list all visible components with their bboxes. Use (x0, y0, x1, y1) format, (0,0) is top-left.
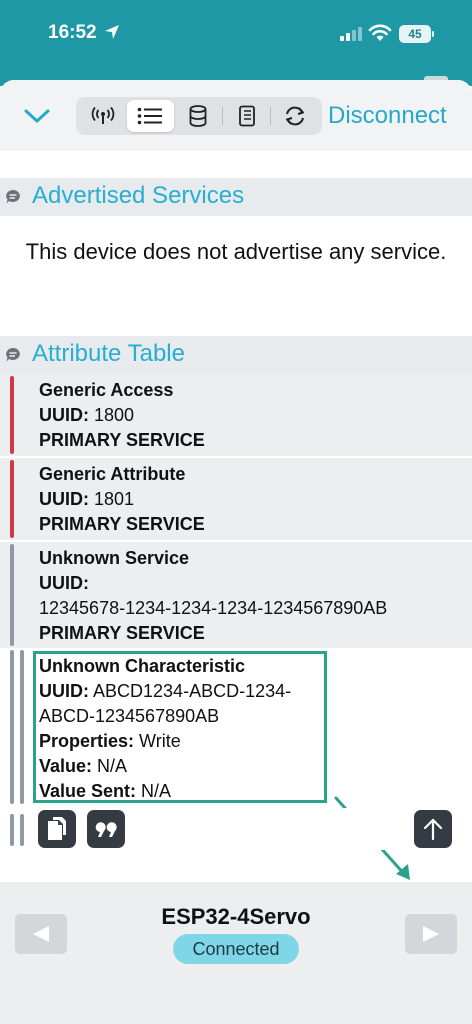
service-row[interactable]: Generic Access UUID: 1800 PRIMARY SERVIC… (0, 374, 472, 456)
service-name: Unknown Service (39, 548, 190, 568)
characteristic-value-sent: Value Sent: N/A (39, 779, 171, 804)
arrow-up-icon (423, 818, 443, 841)
refresh-icon (286, 106, 305, 126)
view-segmented-control (76, 97, 322, 135)
uuid-value: 1800 (94, 405, 135, 425)
next-device-button[interactable] (405, 914, 457, 954)
value-sent-label: Value Sent: (39, 781, 137, 801)
list-icon (138, 107, 163, 125)
triangle-right-icon (423, 926, 439, 942)
location-arrow-icon (105, 25, 119, 39)
comment-bubble-icon (6, 348, 20, 362)
antenna-icon (91, 106, 115, 124)
characteristic-bar (20, 814, 24, 846)
service-row[interactable]: Unknown Service UUID: 12345678-1234-1234… (0, 542, 472, 648)
service-kind: PRIMARY SERVICE (39, 623, 205, 643)
write-value-button[interactable] (414, 810, 452, 848)
wifi-icon (368, 24, 392, 41)
service-kind: PRIMARY SERVICE (39, 514, 205, 534)
service-name: Generic Attribute (39, 464, 186, 484)
tab-refresh[interactable] (271, 100, 319, 132)
uuid-value: 1801 (94, 489, 135, 509)
comment-bubble-icon (6, 190, 20, 204)
copy-icon (48, 817, 66, 840)
battery-nub (432, 31, 434, 37)
service-bar (10, 460, 14, 538)
attribute-table-header: Attribute Table (0, 336, 472, 374)
characteristic-name: Unknown Characteristic (39, 656, 246, 676)
device-sheet: Disconnect Advertised Services This devi… (0, 80, 472, 1024)
tab-advertising[interactable] (79, 100, 127, 132)
value-sent-value: N/A (141, 781, 172, 801)
characteristic-bar (20, 650, 24, 804)
connection-status-badge: Connected (173, 934, 299, 964)
characteristic-value: Value: N/A (39, 754, 127, 779)
collapse-button[interactable] (20, 100, 54, 132)
uuid-value-line2: ABCD-1234567890AB (39, 706, 220, 726)
advertised-services-header: Advertised Services (0, 178, 472, 216)
tab-log[interactable] (223, 100, 271, 132)
uuid-label: UUID: (39, 573, 89, 593)
status-time: 16:52 (48, 22, 97, 43)
value-label: Value: (39, 756, 93, 776)
quote-button[interactable] (87, 810, 125, 848)
service-uuid: UUID: 1801 (39, 487, 134, 512)
spacer-row (0, 150, 472, 178)
status-bar: 16:52 45 (0, 0, 472, 86)
uuid-label: UUID: (39, 405, 89, 425)
section-title: Attribute Table (32, 340, 185, 367)
characteristic-properties: Properties: Write (39, 729, 181, 754)
quote-icon (95, 822, 117, 837)
copy-button[interactable] (38, 810, 76, 848)
service-row[interactable]: Generic Attribute UUID: 1801 PRIMARY SER… (0, 458, 472, 540)
characteristic-row[interactable]: Unknown Characteristic UUID: ABCD1234-AB… (0, 648, 472, 880)
value-value: N/A (97, 756, 128, 776)
service-name: Generic Access (39, 380, 174, 400)
uuid-label: UUID: (39, 681, 89, 701)
uuid-value-line1: ABCD1234-ABCD-1234- (93, 681, 292, 701)
battery-indicator: 45 (399, 25, 431, 43)
database-icon (189, 105, 207, 127)
no-advertised-services-message: This device does not advertise any servi… (25, 239, 447, 264)
service-kind: PRIMARY SERVICE (39, 430, 205, 450)
cell-signal-icon (340, 27, 362, 41)
notebook-icon (238, 105, 255, 127)
disconnect-button[interactable]: Disconnect (328, 102, 447, 130)
service-bar (10, 544, 14, 646)
section-title: Advertised Services (32, 182, 245, 209)
uuid-value: 12345678-1234-1234-1234-1234567890AB (39, 598, 388, 618)
service-bar (10, 650, 14, 804)
device-footer: ESP32-4Servo Connected (0, 882, 472, 1024)
service-uuid: UUID: 1800 (39, 403, 134, 428)
characteristic-actions (0, 808, 472, 850)
uuid-label: UUID: (39, 489, 89, 509)
service-bar (10, 376, 14, 454)
properties-label: Properties: (39, 731, 135, 751)
characteristic-uuid: UUID: ABCD1234-ABCD-1234- (39, 679, 291, 704)
chevron-down-icon (24, 109, 50, 123)
tab-attribute-list[interactable] (126, 100, 175, 132)
device-name: ESP32-4Servo (161, 904, 311, 929)
toolbar: Disconnect (0, 80, 472, 150)
tab-database[interactable] (174, 100, 222, 132)
service-bar (10, 814, 14, 846)
properties-value: Write (139, 731, 181, 751)
